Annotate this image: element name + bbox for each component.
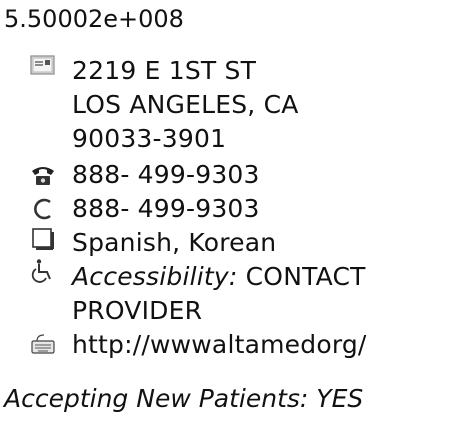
phone-number: 888- 499-9303: [72, 160, 260, 189]
language-icon: [32, 228, 54, 250]
provider-card: 5.50002e+008 2219 E 1ST ST LOS ANGELES, …: [0, 0, 466, 423]
address-city-state: LOS ANGELES, CA: [72, 90, 299, 119]
fax-icon: [34, 198, 51, 220]
accessibility-value-continued: PROVIDER: [72, 296, 203, 325]
accepting-new-patients: Accepting New Patients: YES: [4, 384, 364, 413]
website-link[interactable]: http://wwwaltamedorg/: [72, 330, 367, 360]
address-street: 2219 E 1ST ST: [72, 56, 257, 85]
address-card-icon: [30, 55, 55, 75]
wheelchair-icon: [31, 259, 51, 283]
address-zip: 90033-3901: [72, 124, 227, 153]
accessibility-line: Accessibility: CONTACT: [72, 262, 366, 292]
languages: Spanish, Korean: [72, 228, 277, 257]
telephone-icon: [32, 167, 54, 185]
accessibility-label: Accessibility:: [72, 262, 238, 291]
fax-number: 888- 499-9303: [72, 194, 260, 223]
accessibility-value: CONTACT: [245, 262, 366, 291]
provider-id: 5.50002e+008: [4, 5, 184, 33]
web-keyboard-icon: [31, 334, 55, 354]
